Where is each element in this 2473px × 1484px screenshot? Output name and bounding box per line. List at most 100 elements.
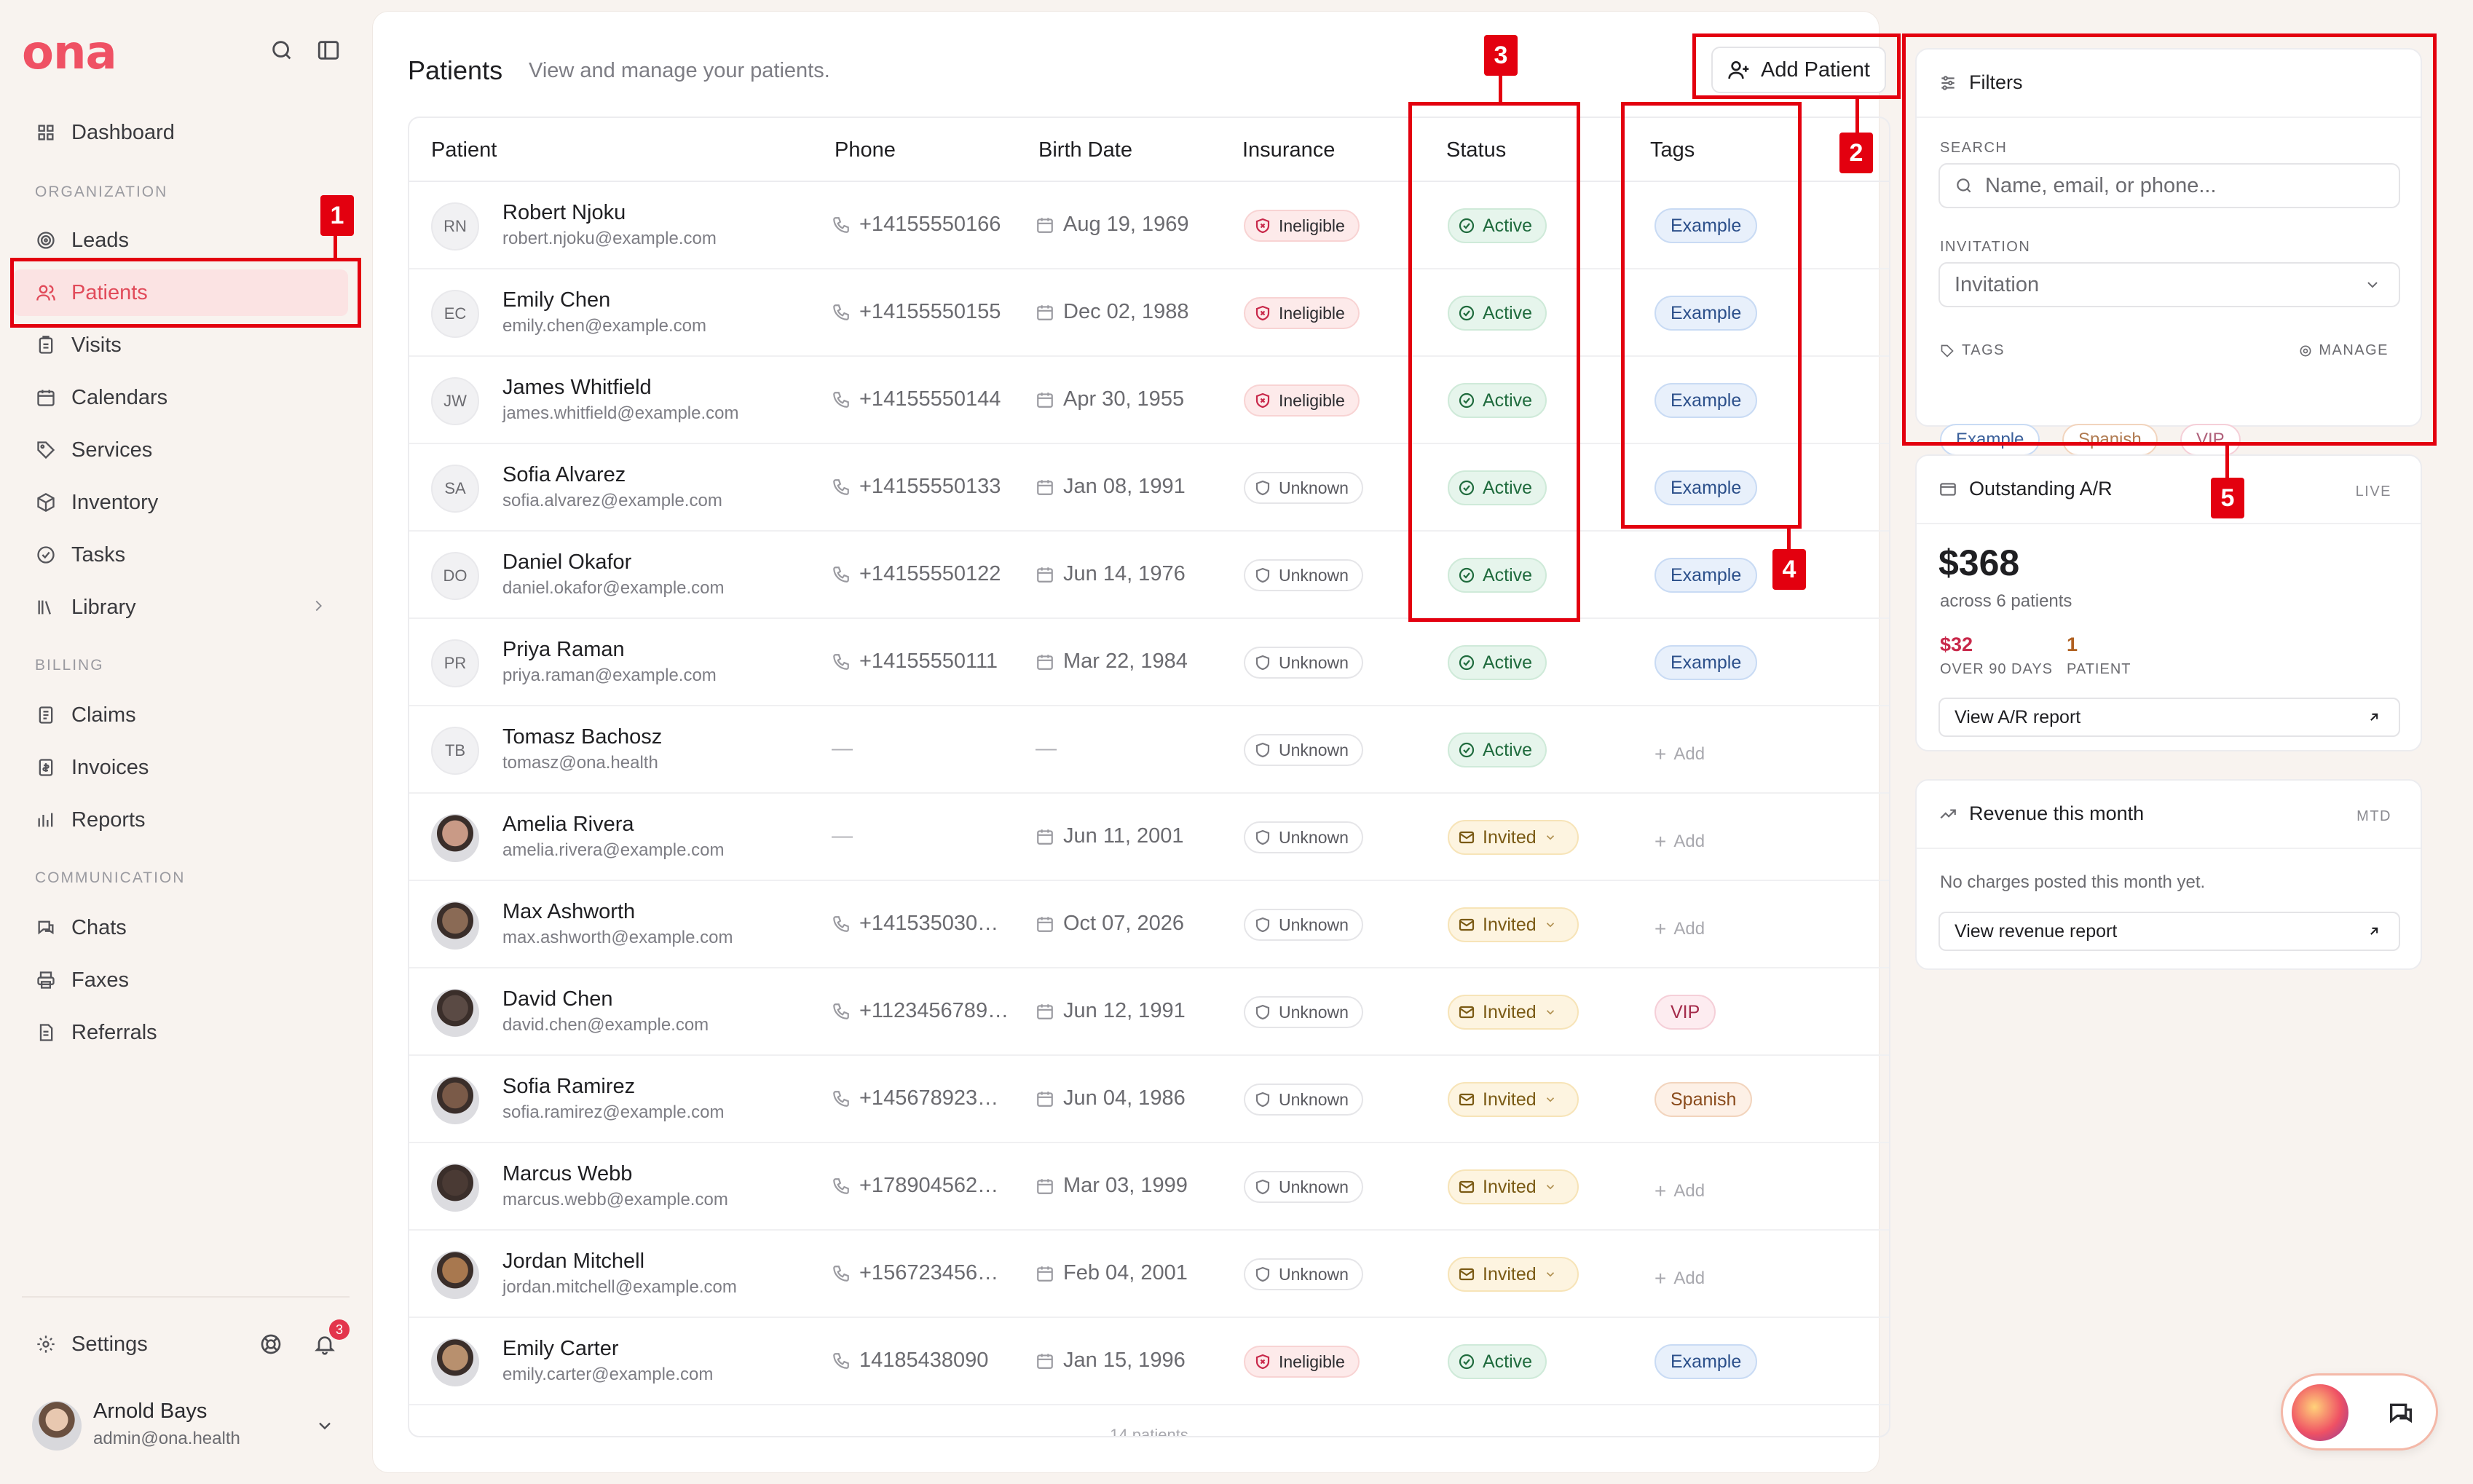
- patient-name[interactable]: Marcus Webb: [502, 1162, 632, 1186]
- patient-name[interactable]: Priya Raman: [502, 638, 625, 662]
- column-header-tags[interactable]: Tags: [1650, 138, 1695, 162]
- chat-icon[interactable]: [2386, 1399, 2415, 1428]
- insurance-badge[interactable]: Unknown: [1244, 821, 1363, 853]
- insurance-badge[interactable]: Ineligible: [1244, 1346, 1360, 1378]
- status-badge[interactable]: Active: [1448, 470, 1547, 505]
- patient-name[interactable]: Amelia Rivera: [502, 813, 634, 837]
- insurance-badge[interactable]: Unknown: [1244, 1084, 1363, 1116]
- column-header-birth-date[interactable]: Birth Date: [1038, 138, 1132, 162]
- avatar[interactable]: [431, 1076, 479, 1124]
- help-icon[interactable]: [259, 1333, 283, 1359]
- table-row[interactable]: Emily Carter emily.carter@example.com 1418…: [409, 1318, 1889, 1405]
- avatar[interactable]: PR: [431, 639, 479, 687]
- patient-name[interactable]: Tomasz Bachosz: [502, 725, 662, 749]
- column-header-insurance[interactable]: Insurance: [1242, 138, 1335, 162]
- avatar[interactable]: DO: [431, 552, 479, 600]
- column-header-status[interactable]: Status: [1446, 138, 1506, 162]
- avatar[interactable]: EC: [431, 290, 479, 338]
- avatar[interactable]: RN: [431, 202, 479, 250]
- table-row[interactable]: PR Priya Raman priya.raman@example.com +141…: [409, 619, 1889, 706]
- add-tag-button[interactable]: + Add: [1654, 1174, 1705, 1209]
- table-row[interactable]: Jordan Mitchell jordan.mitchell@example.c…: [409, 1231, 1889, 1318]
- filter-tag-example[interactable]: Example: [1940, 424, 2040, 456]
- assistant-avatar-icon[interactable]: [2292, 1384, 2348, 1441]
- phone-cell[interactable]: +141535030…: [832, 912, 1006, 936]
- assistant-widget[interactable]: [2281, 1373, 2438, 1451]
- search-icon[interactable]: [269, 38, 294, 63]
- tag-badge[interactable]: Example: [1654, 1344, 1758, 1379]
- status-badge[interactable]: Invited: [1448, 1082, 1579, 1117]
- patient-name[interactable]: Sofia Ramirez: [502, 1075, 635, 1099]
- filter-tag-vip[interactable]: VIP: [2180, 424, 2241, 456]
- table-row[interactable]: Sofia Ramirez sofia.ramirez@example.com +1…: [409, 1056, 1889, 1143]
- status-badge[interactable]: Invited: [1448, 1257, 1579, 1292]
- sidebar-item-library[interactable]: Library: [13, 584, 348, 631]
- tag-badge[interactable]: Example: [1654, 645, 1758, 680]
- patient-name[interactable]: James Whitfield: [502, 376, 652, 400]
- insurance-badge[interactable]: Unknown: [1244, 1171, 1363, 1203]
- phone-cell[interactable]: 14185438090: [832, 1349, 1006, 1373]
- sidebar-item-referrals[interactable]: Referrals: [13, 1009, 348, 1056]
- table-row[interactable]: Max Ashworth max.ashworth@example.com +141…: [409, 881, 1889, 968]
- phone-cell[interactable]: +14155550166: [832, 213, 1006, 237]
- status-badge[interactable]: Active: [1448, 296, 1547, 331]
- sidebar-item-claims[interactable]: Claims: [13, 692, 348, 738]
- add-tag-button[interactable]: + Add: [1654, 1261, 1705, 1296]
- tag-badge[interactable]: VIP: [1654, 995, 1716, 1030]
- column-header-patient[interactable]: Patient: [431, 138, 497, 162]
- avatar[interactable]: [431, 901, 479, 950]
- table-row[interactable]: David Chen david.chen@example.com +1123456…: [409, 968, 1889, 1056]
- table-row[interactable]: Amelia Rivera amelia.rivera@example.com — J…: [409, 794, 1889, 881]
- table-row[interactable]: JW James Whitfield james.whitfield@example…: [409, 357, 1889, 444]
- sidebar-item-dashboard[interactable]: Dashboard: [13, 109, 348, 156]
- patient-name[interactable]: Emily Chen: [502, 288, 610, 312]
- tag-badge[interactable]: Example: [1654, 208, 1758, 243]
- avatar[interactable]: TB: [431, 727, 479, 775]
- column-header-phone[interactable]: Phone: [835, 138, 896, 162]
- insurance-badge[interactable]: Unknown: [1244, 734, 1363, 766]
- avatar[interactable]: [431, 989, 479, 1037]
- insurance-badge[interactable]: Ineligible: [1244, 210, 1360, 242]
- insurance-badge[interactable]: Ineligible: [1244, 384, 1360, 417]
- sidebar-item-chats[interactable]: Chats: [13, 904, 348, 951]
- sidebar-item-leads[interactable]: Leads: [13, 217, 348, 264]
- phone-cell[interactable]: +14155550122: [832, 562, 1006, 586]
- sidebar-item-tasks[interactable]: Tasks: [13, 532, 348, 578]
- add-tag-button[interactable]: + Add: [1654, 912, 1705, 947]
- avatar[interactable]: SA: [431, 465, 479, 513]
- insurance-badge[interactable]: Unknown: [1244, 472, 1363, 504]
- filter-tag-spanish[interactable]: Spanish: [2062, 424, 2158, 456]
- status-badge[interactable]: Active: [1448, 383, 1547, 418]
- table-row[interactable]: TB Tomasz Bachosz tomasz@ona.health — — Unkno…: [409, 706, 1889, 794]
- status-badge[interactable]: Invited: [1448, 1169, 1579, 1204]
- invitation-select[interactable]: Invitation: [1938, 262, 2400, 307]
- table-row[interactable]: DO Daniel Okafor daniel.okafor@example.com…: [409, 532, 1889, 619]
- insurance-badge[interactable]: Ineligible: [1244, 297, 1360, 329]
- phone-cell[interactable]: +1123456789…: [832, 999, 1006, 1023]
- phone-cell[interactable]: +14155550133: [832, 475, 1006, 499]
- phone-cell[interactable]: +178904562…: [832, 1174, 1006, 1198]
- add-tag-button[interactable]: + Add: [1654, 737, 1705, 772]
- phone-cell[interactable]: +145678923…: [832, 1086, 1006, 1110]
- avatar[interactable]: [431, 814, 479, 862]
- patient-name[interactable]: David Chen: [502, 987, 613, 1011]
- add-patient-button[interactable]: Add Patient: [1711, 47, 1886, 93]
- patient-name[interactable]: Sofia Alvarez: [502, 463, 626, 487]
- avatar[interactable]: [431, 1338, 479, 1386]
- patient-name[interactable]: Max Ashworth: [502, 900, 635, 924]
- add-tag-button[interactable]: + Add: [1654, 824, 1705, 859]
- sidebar-item-reports[interactable]: Reports: [13, 797, 348, 843]
- phone-cell[interactable]: +156723456…: [832, 1261, 1006, 1285]
- patient-name[interactable]: Robert Njoku: [502, 201, 626, 225]
- avatar[interactable]: JW: [431, 377, 479, 425]
- sidebar-item-patients[interactable]: Patients: [13, 269, 348, 316]
- status-badge[interactable]: Invited: [1448, 995, 1579, 1030]
- avatar[interactable]: [32, 1401, 82, 1451]
- manage-tags-button[interactable]: MANAGE: [2298, 342, 2389, 359]
- tag-badge[interactable]: Example: [1654, 558, 1758, 593]
- patient-name[interactable]: Emily Carter: [502, 1337, 619, 1361]
- chevron-down-icon[interactable]: [315, 1416, 335, 1440]
- sidebar-item-faxes[interactable]: Faxes: [13, 957, 348, 1003]
- settings-button[interactable]: Settings: [13, 1321, 246, 1367]
- status-badge[interactable]: Active: [1448, 733, 1547, 767]
